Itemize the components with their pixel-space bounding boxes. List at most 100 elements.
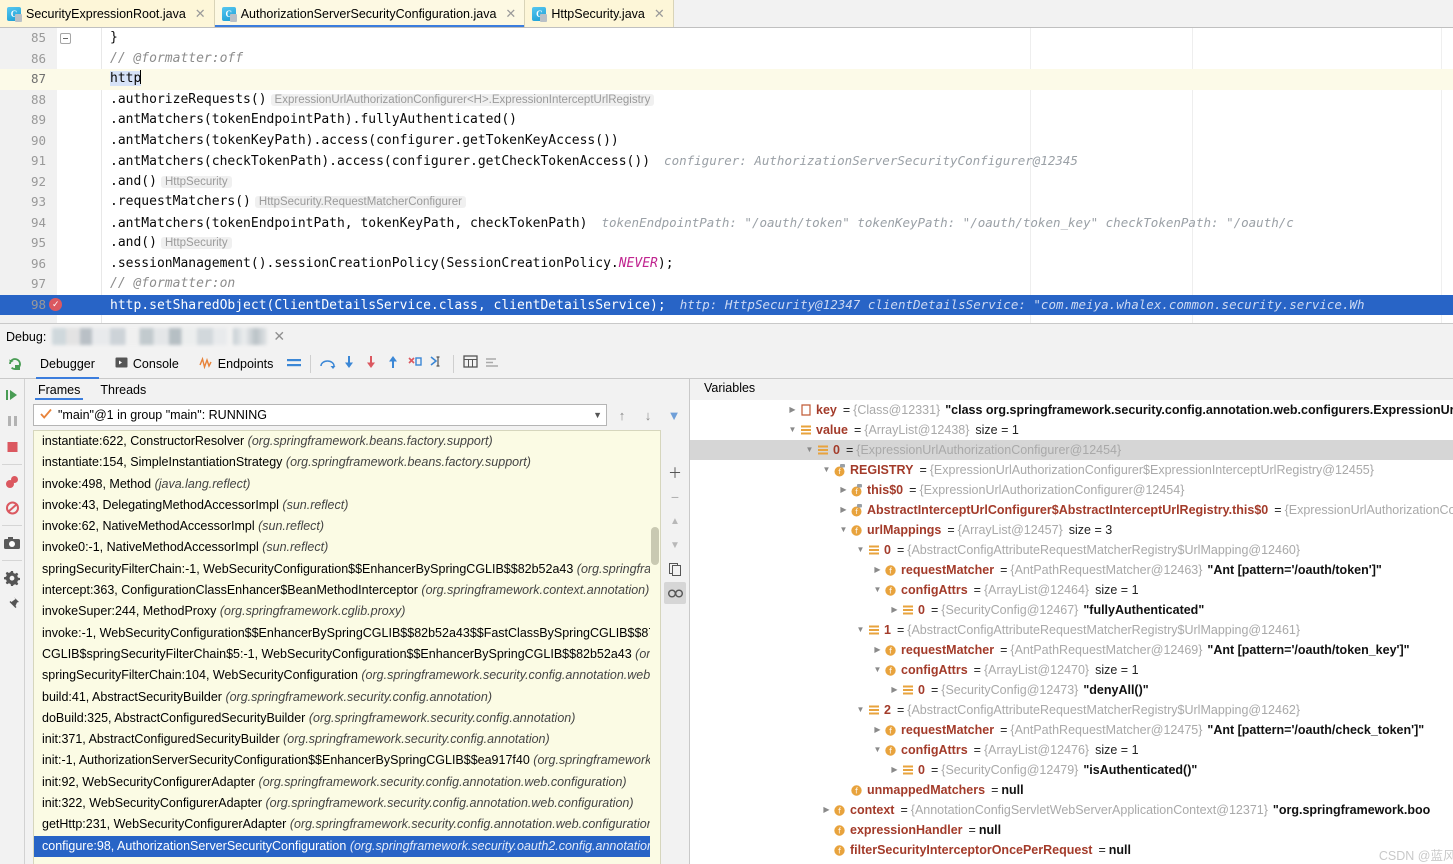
expand-arrow-right-icon[interactable]: ▶ <box>871 640 884 660</box>
variable-row[interactable]: ▼ f configAttrs = {ArrayList@12464} size = 1 <box>690 580 1453 600</box>
arrow-down-icon[interactable]: ↓ <box>637 408 659 423</box>
tab-console[interactable]: Console <box>105 349 189 379</box>
screenshot-icon[interactable] <box>0 531 24 555</box>
variable-row[interactable]: ▶ f this$0 = {ExpressionUrlAuthorizationConf… <box>690 480 1453 500</box>
layout-icon[interactable] <box>283 356 305 372</box>
variable-row[interactable]: ▼ f configAttrs = {ArrayList@12470} size = 1 <box>690 660 1453 680</box>
expand-arrow-down-icon[interactable]: ▼ <box>871 580 884 600</box>
move-up-icon[interactable]: ▲ <box>664 510 686 532</box>
debug-session-name-redacted[interactable] <box>52 328 228 345</box>
fold-marker-icon[interactable] <box>60 33 71 44</box>
breakpoint-icon[interactable] <box>49 295 62 315</box>
expand-arrow-down-icon[interactable]: ▼ <box>871 740 884 760</box>
frame-row[interactable]: invoke:-1, WebSecurityConfiguration$$Enh… <box>34 623 660 644</box>
settings-icon[interactable] <box>0 566 24 590</box>
move-down-icon[interactable]: ▼ <box>664 534 686 556</box>
frames-list[interactable]: instantiate:622, ConstructorResolver (or… <box>33 430 661 864</box>
expand-arrow-right-icon[interactable]: ▶ <box>786 400 799 420</box>
close-icon[interactable]: ✕ <box>273 328 285 345</box>
close-icon[interactable]: ✕ <box>505 7 516 20</box>
variable-row[interactable]: ▶ f requestMatcher = {AntPathRequestMatcher@… <box>690 720 1453 740</box>
expand-arrow-down-icon[interactable]: ▼ <box>837 520 850 540</box>
tab-debugger[interactable]: Debugger <box>30 349 105 379</box>
expand-arrow-right-icon[interactable]: ▶ <box>837 500 850 520</box>
variable-row[interactable]: f filterSecurityInterceptorOncePerRequest… <box>690 840 1453 860</box>
editor-tab-1[interactable]: C AuthorizationServerSecurityConfigurati… <box>214 0 526 27</box>
expand-arrow-right-icon[interactable]: ▶ <box>820 800 833 820</box>
mute-breakpoints-icon[interactable] <box>0 496 24 520</box>
expand-arrow-down-icon[interactable]: ▼ <box>786 420 799 440</box>
frame-row[interactable]: init:322, WebSecurityConfigurerAdapter (… <box>34 793 660 814</box>
resume-program-icon[interactable] <box>0 383 24 407</box>
frame-row[interactable]: invokeSuper:244, MethodProxy (org.spring… <box>34 601 660 622</box>
step-over-icon[interactable] <box>316 355 338 373</box>
variable-row[interactable]: ▶ f requestMatcher = {AntPathRequestMatcher@… <box>690 640 1453 660</box>
frames-scrollbar-thumb[interactable] <box>651 527 659 565</box>
variable-row[interactable]: ▼ 0 = {AbstractConfigAttributeRequestMatche… <box>690 540 1453 560</box>
code-line[interactable]: 96 .sessionManagement().sessionCreationP… <box>0 254 1453 275</box>
frame-row[interactable]: springSecurityFilterChain:104, WebSecuri… <box>34 665 660 686</box>
run-to-cursor-icon[interactable] <box>426 355 448 373</box>
variable-row[interactable]: ▶ 0 = {SecurityConfig@12479} "isAuthenticate… <box>690 760 1453 780</box>
variable-row[interactable]: ▼ f configAttrs = {ArrayList@12476} size = 1 <box>690 740 1453 760</box>
frame-row[interactable]: invoke:62, NativeMethodAccessorImpl (sun… <box>34 516 660 537</box>
close-icon[interactable]: ✕ <box>195 7 206 20</box>
copy-icon[interactable] <box>664 558 686 580</box>
close-icon[interactable]: ✕ <box>654 7 665 20</box>
code-line[interactable]: 89 .antMatchers(tokenEndpointPath).fully… <box>0 110 1453 131</box>
variable-row-selected[interactable]: ▼ 0 = {ExpressionUrlAuthorizationConfigurer… <box>690 440 1453 460</box>
variable-row[interactable]: ▼ 1 = {AbstractConfigAttributeRequestMatche… <box>690 620 1453 640</box>
code-line[interactable]: 90 .antMatchers(tokenKeyPath).access(con… <box>0 131 1453 152</box>
step-into-icon[interactable] <box>338 355 360 373</box>
stop-icon[interactable] <box>0 435 24 459</box>
frame-row[interactable]: intercept:363, ConfigurationClassEnhance… <box>34 580 660 601</box>
variable-row[interactable]: ▼ f REGISTRY = {ExpressionUrlAuthorizationCo… <box>690 460 1453 480</box>
plus-icon[interactable]: ＋ <box>664 462 686 484</box>
frame-row[interactable]: CGLIB$springSecurityFilterChain$5:-1, We… <box>34 644 660 665</box>
minus-icon[interactable]: − <box>664 486 686 508</box>
expand-arrow-down-icon[interactable]: ▼ <box>854 540 867 560</box>
view-breakpoints-icon[interactable] <box>0 470 24 494</box>
expand-arrow-right-icon[interactable]: ▶ <box>871 720 884 740</box>
variable-row[interactable]: ▼ 2 = {AbstractConfigAttributeRequestMatche… <box>690 700 1453 720</box>
frames-scrollbar[interactable] <box>650 431 660 864</box>
expand-arrow-right-icon[interactable]: ▶ <box>888 680 901 700</box>
variable-row[interactable]: ▼ f urlMappings = {ArrayList@12457} size = 3 <box>690 520 1453 540</box>
variable-row[interactable]: f unmappedMatchers = null <box>690 780 1453 800</box>
code-line[interactable]: 92 .and() HttpSecurity <box>0 172 1453 193</box>
frame-row[interactable]: springSecurityFilterChain:-1, WebSecurit… <box>34 559 660 580</box>
sort-icon[interactable] <box>481 356 503 372</box>
expand-arrow-right-icon[interactable]: ▶ <box>837 480 850 500</box>
frame-row[interactable]: getHttp:231, WebSecurityConfigurerAdapte… <box>34 814 660 835</box>
code-editor[interactable]: 85 } 86 // @formatter:off 87 http 88 .au… <box>0 28 1453 323</box>
rerun-icon[interactable] <box>0 356 30 372</box>
frame-row[interactable]: doBuild:325, AbstractConfiguredSecurityB… <box>34 708 660 729</box>
debug-session-badge-redacted[interactable] <box>233 328 268 345</box>
code-line[interactable]: 88 .authorizeRequests() ExpressionUrlAuth… <box>0 90 1453 111</box>
expand-arrow-right-icon[interactable]: ▶ <box>888 600 901 620</box>
expand-arrow-down-icon[interactable]: ▼ <box>871 660 884 680</box>
expand-arrow-down-icon[interactable]: ▼ <box>820 460 833 480</box>
force-step-into-icon[interactable] <box>360 355 382 373</box>
frame-row[interactable]: init:92, WebSecurityConfigurerAdapter (o… <box>34 772 660 793</box>
expand-arrow-down-icon[interactable]: ▼ <box>803 440 816 460</box>
frame-row[interactable]: init:371, AbstractConfiguredSecurityBuil… <box>34 729 660 750</box>
frame-row[interactable]: invoke:43, DelegatingMethodAccessorImpl … <box>34 495 660 516</box>
variables-tree[interactable]: ▶ key = {Class@12331} "class org.springframe… <box>690 400 1453 864</box>
frame-row[interactable]: invoke0:-1, NativeMethodAccessorImpl (su… <box>34 537 660 558</box>
variable-row[interactable]: f expressionHandler = null <box>690 820 1453 840</box>
code-line[interactable]: 86 // @formatter:off <box>0 49 1453 70</box>
code-line-current[interactable]: 87 http <box>0 69 1453 90</box>
chevron-down-icon[interactable]: ▼ <box>593 410 602 420</box>
variable-row[interactable]: ▶ f AbstractInterceptUrlConfigurer$Abstrac… <box>690 500 1453 520</box>
variable-row[interactable]: ▶ f requestMatcher = {AntPathRequestMatcher@… <box>690 560 1453 580</box>
code-line[interactable]: 93 .requestMatchers() HttpSecurity.Reques… <box>0 192 1453 213</box>
expand-arrow-down-icon[interactable]: ▼ <box>854 700 867 720</box>
watches-icon[interactable] <box>664 582 686 604</box>
frame-row[interactable]: instantiate:622, ConstructorResolver (or… <box>34 431 660 452</box>
variable-row[interactable]: ▼ value = {ArrayList@12438} size = 1 <box>690 420 1453 440</box>
pause-program-icon[interactable] <box>0 409 24 433</box>
variable-row[interactable]: ▶ 0 = {SecurityConfig@12467} "fullyAuthentic… <box>690 600 1453 620</box>
frame-row-selected[interactable]: configure:98, AuthorizationServerSecurit… <box>34 835 660 857</box>
editor-tab-2[interactable]: C HttpSecurity.java ✕ <box>525 0 674 27</box>
